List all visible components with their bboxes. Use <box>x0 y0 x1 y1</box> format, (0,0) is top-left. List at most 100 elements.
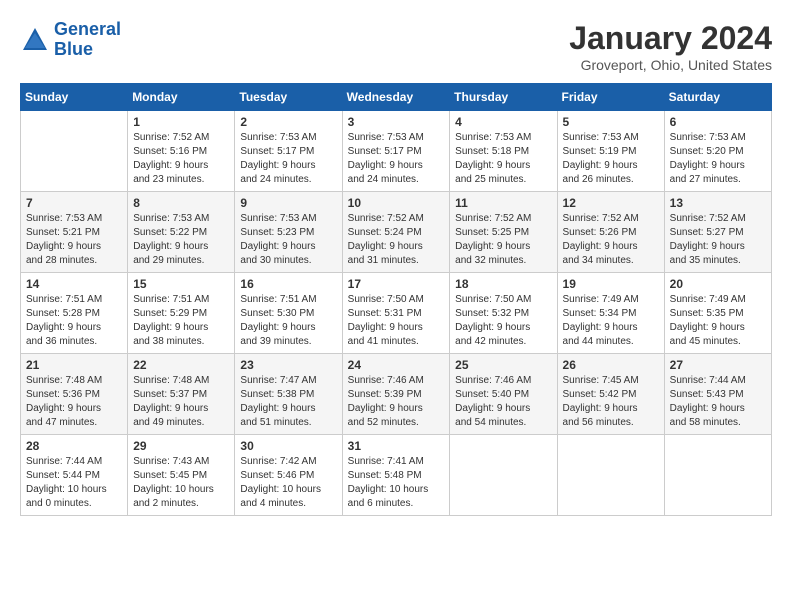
day-number: 28 <box>26 439 122 453</box>
cell-info: Sunrise: 7:52 AM Sunset: 5:27 PM Dayligh… <box>670 212 766 268</box>
weekday-header-sunday: Sunday <box>21 84 128 111</box>
calendar-cell: 25 Sunrise: 7:46 AM Sunset: 5:40 PM Dayli… <box>450 354 557 435</box>
calendar-cell: 14 Sunrise: 7:51 AM Sunset: 5:28 PM Dayli… <box>21 273 128 354</box>
day-number: 27 <box>670 358 766 372</box>
day-number: 20 <box>670 277 766 291</box>
weekday-header-tuesday: Tuesday <box>235 84 342 111</box>
calendar-cell: 16 Sunrise: 7:51 AM Sunset: 5:30 PM Dayli… <box>235 273 342 354</box>
logo-icon <box>20 25 50 55</box>
calendar-week-2: 7 Sunrise: 7:53 AM Sunset: 5:21 PM Daylig… <box>21 192 772 273</box>
calendar-cell: 18 Sunrise: 7:50 AM Sunset: 5:32 PM Dayli… <box>450 273 557 354</box>
calendar-cell: 20 Sunrise: 7:49 AM Sunset: 5:35 PM Dayli… <box>664 273 771 354</box>
cell-info: Sunrise: 7:53 AM Sunset: 5:17 PM Dayligh… <box>348 131 445 187</box>
day-number: 8 <box>133 196 229 210</box>
cell-info: Sunrise: 7:47 AM Sunset: 5:38 PM Dayligh… <box>240 374 336 430</box>
calendar-cell <box>450 435 557 516</box>
cell-info: Sunrise: 7:44 AM Sunset: 5:44 PM Dayligh… <box>26 455 122 511</box>
cell-info: Sunrise: 7:52 AM Sunset: 5:25 PM Dayligh… <box>455 212 551 268</box>
day-number: 29 <box>133 439 229 453</box>
weekday-header-wednesday: Wednesday <box>342 84 450 111</box>
cell-info: Sunrise: 7:44 AM Sunset: 5:43 PM Dayligh… <box>670 374 766 430</box>
day-number: 22 <box>133 358 229 372</box>
calendar-cell <box>664 435 771 516</box>
calendar-cell <box>557 435 664 516</box>
day-number: 4 <box>455 115 551 129</box>
calendar-week-5: 28 Sunrise: 7:44 AM Sunset: 5:44 PM Dayli… <box>21 435 772 516</box>
weekday-header-friday: Friday <box>557 84 664 111</box>
cell-info: Sunrise: 7:50 AM Sunset: 5:31 PM Dayligh… <box>348 293 445 349</box>
day-number: 1 <box>133 115 229 129</box>
weekday-header-saturday: Saturday <box>664 84 771 111</box>
day-number: 14 <box>26 277 122 291</box>
calendar-cell: 17Sunrise: 7:50 AM Sunset: 5:31 PM Dayli… <box>342 273 450 354</box>
day-number: 19 <box>563 277 659 291</box>
calendar-cell: 5 Sunrise: 7:53 AM Sunset: 5:19 PM Daylig… <box>557 111 664 192</box>
logo-line2: Blue <box>54 39 93 59</box>
calendar-cell: 9Sunrise: 7:53 AM Sunset: 5:23 PM Daylig… <box>235 192 342 273</box>
logo-line1: General <box>54 19 121 39</box>
cell-info: Sunrise: 7:51 AM Sunset: 5:30 PM Dayligh… <box>240 293 336 349</box>
cell-info: Sunrise: 7:52 AM Sunset: 5:16 PM Dayligh… <box>133 131 229 187</box>
cell-info: Sunrise: 7:45 AM Sunset: 5:42 PM Dayligh… <box>563 374 659 430</box>
cell-info: Sunrise: 7:46 AM Sunset: 5:40 PM Dayligh… <box>455 374 551 430</box>
day-number: 7 <box>26 196 122 210</box>
calendar-week-3: 14 Sunrise: 7:51 AM Sunset: 5:28 PM Dayli… <box>21 273 772 354</box>
cell-info: Sunrise: 7:52 AM Sunset: 5:26 PM Dayligh… <box>563 212 659 268</box>
calendar-cell: 11 Sunrise: 7:52 AM Sunset: 5:25 PM Dayli… <box>450 192 557 273</box>
calendar-cell: 12Sunrise: 7:52 AM Sunset: 5:26 PM Dayli… <box>557 192 664 273</box>
cell-info: Sunrise: 7:42 AM Sunset: 5:46 PM Dayligh… <box>240 455 336 511</box>
calendar-cell: 26 Sunrise: 7:45 AM Sunset: 5:42 PM Dayli… <box>557 354 664 435</box>
calendar-header-row: SundayMondayTuesdayWednesdayThursdayFrid… <box>21 84 772 111</box>
calendar-cell: 4 Sunrise: 7:53 AM Sunset: 5:18 PM Daylig… <box>450 111 557 192</box>
day-number: 5 <box>563 115 659 129</box>
cell-info: Sunrise: 7:48 AM Sunset: 5:37 PM Dayligh… <box>133 374 229 430</box>
cell-info: Sunrise: 7:53 AM Sunset: 5:17 PM Dayligh… <box>240 131 336 187</box>
cell-info: Sunrise: 7:53 AM Sunset: 5:21 PM Dayligh… <box>26 212 122 268</box>
cell-info: Sunrise: 7:50 AM Sunset: 5:32 PM Dayligh… <box>455 293 551 349</box>
calendar-cell: 22 Sunrise: 7:48 AM Sunset: 5:37 PM Dayli… <box>128 354 235 435</box>
calendar-cell: 24Sunrise: 7:46 AM Sunset: 5:39 PM Dayli… <box>342 354 450 435</box>
calendar-cell <box>21 111 128 192</box>
cell-info: Sunrise: 7:52 AM Sunset: 5:24 PM Dayligh… <box>348 212 445 268</box>
day-number: 25 <box>455 358 551 372</box>
calendar-cell: 23Sunrise: 7:47 AM Sunset: 5:38 PM Dayli… <box>235 354 342 435</box>
page-header: General Blue January 2024 Groveport, Ohi… <box>20 20 772 73</box>
calendar-week-4: 21Sunrise: 7:48 AM Sunset: 5:36 PM Dayli… <box>21 354 772 435</box>
month-title: January 2024 <box>569 20 772 57</box>
cell-info: Sunrise: 7:49 AM Sunset: 5:35 PM Dayligh… <box>670 293 766 349</box>
day-number: 26 <box>563 358 659 372</box>
calendar-cell: 30 Sunrise: 7:42 AM Sunset: 5:46 PM Dayli… <box>235 435 342 516</box>
calendar-cell: 15Sunrise: 7:51 AM Sunset: 5:29 PM Dayli… <box>128 273 235 354</box>
cell-info: Sunrise: 7:53 AM Sunset: 5:20 PM Dayligh… <box>670 131 766 187</box>
calendar-cell: 6 Sunrise: 7:53 AM Sunset: 5:20 PM Daylig… <box>664 111 771 192</box>
calendar-cell: 2Sunrise: 7:53 AM Sunset: 5:17 PM Daylig… <box>235 111 342 192</box>
logo-text: General Blue <box>54 20 121 60</box>
calendar-cell: 7 Sunrise: 7:53 AM Sunset: 5:21 PM Daylig… <box>21 192 128 273</box>
day-number: 9 <box>240 196 336 210</box>
calendar-cell: 13 Sunrise: 7:52 AM Sunset: 5:27 PM Dayli… <box>664 192 771 273</box>
calendar-cell: 8 Sunrise: 7:53 AM Sunset: 5:22 PM Daylig… <box>128 192 235 273</box>
weekday-header-thursday: Thursday <box>450 84 557 111</box>
day-number: 16 <box>240 277 336 291</box>
location: Groveport, Ohio, United States <box>569 57 772 73</box>
day-number: 13 <box>670 196 766 210</box>
day-number: 15 <box>133 277 229 291</box>
calendar-cell: 10Sunrise: 7:52 AM Sunset: 5:24 PM Dayli… <box>342 192 450 273</box>
day-number: 21 <box>26 358 122 372</box>
day-number: 30 <box>240 439 336 453</box>
cell-info: Sunrise: 7:53 AM Sunset: 5:18 PM Dayligh… <box>455 131 551 187</box>
cell-info: Sunrise: 7:51 AM Sunset: 5:28 PM Dayligh… <box>26 293 122 349</box>
day-number: 18 <box>455 277 551 291</box>
cell-info: Sunrise: 7:43 AM Sunset: 5:45 PM Dayligh… <box>133 455 229 511</box>
weekday-header-monday: Monday <box>128 84 235 111</box>
cell-info: Sunrise: 7:46 AM Sunset: 5:39 PM Dayligh… <box>348 374 445 430</box>
calendar-cell: 1 Sunrise: 7:52 AM Sunset: 5:16 PM Daylig… <box>128 111 235 192</box>
cell-info: Sunrise: 7:53 AM Sunset: 5:19 PM Dayligh… <box>563 131 659 187</box>
day-number: 3 <box>348 115 445 129</box>
calendar-week-1: 1 Sunrise: 7:52 AM Sunset: 5:16 PM Daylig… <box>21 111 772 192</box>
day-number: 11 <box>455 196 551 210</box>
calendar-cell: 28 Sunrise: 7:44 AM Sunset: 5:44 PM Dayli… <box>21 435 128 516</box>
calendar-cell: 29 Sunrise: 7:43 AM Sunset: 5:45 PM Dayli… <box>128 435 235 516</box>
day-number: 6 <box>670 115 766 129</box>
cell-info: Sunrise: 7:53 AM Sunset: 5:22 PM Dayligh… <box>133 212 229 268</box>
